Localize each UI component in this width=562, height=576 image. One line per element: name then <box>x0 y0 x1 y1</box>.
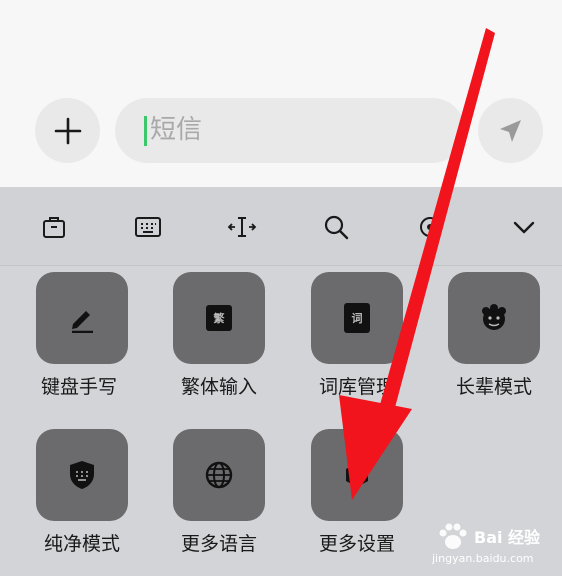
tile-pure-mode[interactable] <box>36 429 128 521</box>
baidu-jingyan-watermark: Bai 经验 jingyan.baidu.com <box>432 520 557 572</box>
tile-dictionary-manage[interactable]: 词 <box>311 272 403 364</box>
keyboard-panel: 键盘手写 繁 繁体输入 词 词库管理 长辈模式 纯净模式 更多语言 更多设置 <box>0 187 562 576</box>
tile-more-settings-label: 更多设置 <box>318 533 395 555</box>
keyboard-toolbar <box>0 187 562 266</box>
message-compose-area: 短信 <box>0 0 562 187</box>
paw-logo-icon <box>439 523 467 549</box>
clipboard-icon[interactable] <box>36 209 72 245</box>
shield-keyboard-icon <box>70 461 94 489</box>
collapse-chevron-icon[interactable] <box>506 209 542 245</box>
send-button[interactable] <box>478 98 543 163</box>
tile-traditional-input-label: 繁体输入 <box>180 376 257 398</box>
globe-icon <box>205 461 233 489</box>
tile-more-languages-label: 更多语言 <box>180 533 257 555</box>
sms-input[interactable]: 短信 <box>115 98 465 163</box>
dictionary-glyph: 词 <box>351 312 363 325</box>
watermark-url: jingyan.baidu.com <box>432 552 534 565</box>
tile-more-languages[interactable] <box>173 429 265 521</box>
tile-elder-mode-label: 长辈模式 <box>455 376 532 398</box>
traditional-chinese-glyph: 繁 <box>213 312 225 325</box>
tile-handwriting-label: 键盘手写 <box>40 376 117 398</box>
search-icon[interactable] <box>318 209 354 245</box>
tile-traditional-input[interactable]: 繁 <box>173 272 265 364</box>
send-icon <box>499 119 521 142</box>
watermark-brand: Bai 经验 <box>474 528 541 547</box>
hex-nut-icon <box>346 463 368 487</box>
tile-dictionary-manage-label: 词库管理 <box>318 376 395 398</box>
traditional-chinese-icon: 繁 <box>206 305 232 331</box>
tile-elder-mode[interactable] <box>448 272 540 364</box>
text-caret <box>144 116 147 146</box>
dictionary-icon: 词 <box>344 303 370 333</box>
tile-more-settings[interactable] <box>311 429 403 521</box>
pencil-icon <box>72 311 93 333</box>
elder-face-icon <box>482 304 506 330</box>
add-attachment-button[interactable] <box>35 98 100 163</box>
cursor-move-icon[interactable] <box>224 209 260 245</box>
plus-icon <box>54 117 81 144</box>
sms-input-placeholder: 短信 <box>150 115 203 145</box>
tile-handwriting[interactable] <box>36 272 128 364</box>
keyboard-icon[interactable] <box>130 209 166 245</box>
tile-pure-mode-label: 纯净模式 <box>43 533 120 555</box>
settings-icon[interactable] <box>412 209 448 245</box>
